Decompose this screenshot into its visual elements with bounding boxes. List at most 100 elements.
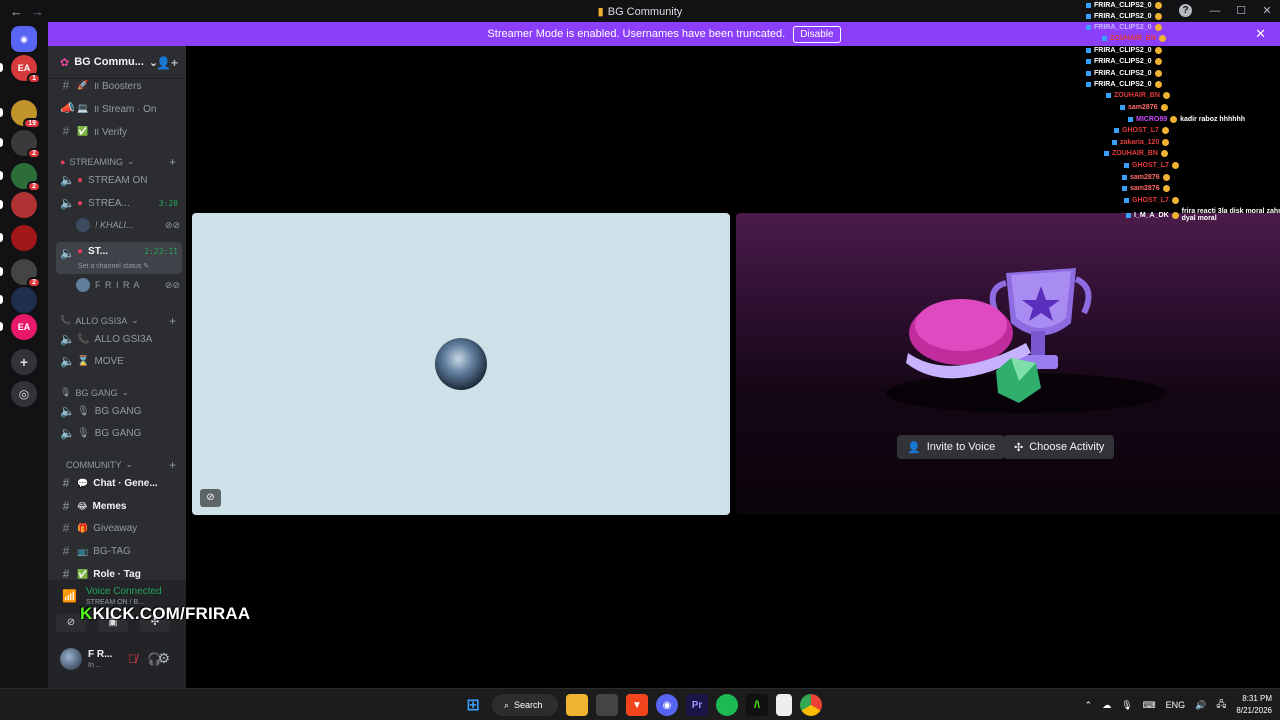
add-channel-icon[interactable]: + (169, 458, 176, 472)
channel-giveaway[interactable]: # 🎁 Giveaway (56, 518, 182, 538)
voice-user[interactable]: F R I R A ⊘⊘ (76, 276, 180, 294)
banner-text: Streamer Mode is enabled. Usernames have… (487, 28, 786, 40)
invite-to-voice-button[interactable]: 👤 Invite to Voice (897, 435, 1006, 459)
channel-stream-on[interactable]: 📣 💻 ॥ Stream · On (56, 98, 182, 118)
category-allo[interactable]: 📞 ALLO GSI3A ⌄ + (60, 314, 182, 328)
voice-channel-move[interactable]: 🔈 ⌛ MOVE (56, 351, 182, 371)
voice-channel-stream-2[interactable]: 🔈 ● STREA... 3:20 (56, 193, 182, 213)
channel-label: Role · Tag (93, 568, 141, 580)
user-status: In ... (88, 662, 102, 669)
document-icon[interactable] (776, 694, 792, 716)
server-icon[interactable]: EA 1 (0, 55, 41, 84)
emote-icon (1154, 58, 1162, 65)
user-panel: F R... In ... 🎙̸ 🎧 ⚙ (48, 634, 186, 688)
category-label: COMMUNITY (66, 459, 122, 470)
clock[interactable]: 8:31 PM 8/21/2026 (1236, 693, 1272, 717)
add-user-icon: 👤 (907, 441, 921, 454)
badge-icon (1114, 128, 1119, 133)
avatar[interactable] (60, 648, 82, 670)
chevron-up-icon[interactable]: ⌃ (1085, 700, 1093, 711)
badge-icon (1086, 82, 1091, 87)
forward-arrow-icon[interactable]: → (31, 4, 44, 19)
volume-icon[interactable]: 🔊 (1195, 700, 1206, 711)
add-server-button[interactable]: + (11, 349, 37, 375)
file-explorer-icon[interactable] (566, 694, 588, 716)
badge-icon (1126, 212, 1131, 218)
unread-pill (0, 138, 3, 147)
premiere-pro-icon[interactable]: Pr (686, 694, 708, 716)
chat-overlay-message: ZOUHAIR_BN (1106, 92, 1170, 99)
chat-overlay-message: sam2876 (1122, 174, 1170, 181)
home-button[interactable]: ◉ (11, 26, 37, 52)
server-icon[interactable] (0, 287, 37, 313)
channel-chat-general[interactable]: # 💬 Chat · Gene... (56, 473, 182, 493)
app-icon[interactable]: /\ (746, 694, 768, 716)
chevron-down-icon: ⌄ (131, 315, 139, 325)
network-icon[interactable]: 🖧 (1216, 697, 1226, 713)
chrome-icon[interactable] (800, 694, 822, 716)
gear-icon[interactable]: ⚙ (157, 650, 170, 667)
emote-icon (1154, 81, 1162, 88)
category-streaming[interactable]: ● STREAMING ⌄ + (60, 155, 182, 169)
server-icon[interactable]: 2 (0, 130, 41, 159)
windows-start-icon[interactable]: ⊞ (462, 694, 484, 716)
channel-verify[interactable]: # ✅ ॥ Verify (56, 121, 182, 141)
chevron-down-icon: ⌄ (126, 156, 135, 166)
category-community[interactable]: COMMUNITY ⌄ + (60, 458, 182, 472)
app-icon[interactable] (596, 694, 618, 716)
avatar (435, 338, 487, 390)
hash-icon: # (62, 124, 70, 138)
voice-channel-bg-gang-2[interactable]: 🔈 🎙 BG GANG (56, 423, 182, 443)
language-indicator[interactable]: ENG (1166, 700, 1186, 710)
video-tile-user[interactable]: ⊘ (192, 213, 730, 515)
choose-activity-button[interactable]: ✣ Choose Activity (1004, 435, 1115, 459)
check-icon: ✅ (77, 568, 89, 579)
badge-icon (1122, 186, 1127, 191)
channel-boosters[interactable]: # 🚀 ॥ Boosters (56, 75, 182, 95)
voice-user[interactable]: ! KHALI... ⊘⊘ (76, 216, 180, 234)
back-arrow-icon[interactable]: ← (10, 4, 23, 19)
server-icon[interactable] (0, 225, 37, 251)
spotify-icon[interactable] (716, 694, 738, 716)
guild-icon: ✿ (60, 56, 70, 69)
add-channel-icon[interactable]: + (169, 314, 176, 328)
chat-overlay-message: GHOST_L7 (1114, 127, 1169, 134)
voice-channel-bg-gang-1[interactable]: 🔈 🎙 BG GANG (56, 401, 182, 421)
disable-streamer-mode-button[interactable]: Disable (793, 25, 841, 43)
activities-icon: ✣ (1014, 441, 1024, 454)
signal-icon[interactable]: 📶 (62, 589, 77, 603)
invite-member-icon[interactable]: 👤+ (156, 56, 178, 70)
brave-browser-icon[interactable]: ▼ (626, 694, 648, 716)
server-icon[interactable]: 2 (0, 259, 41, 288)
avatar (76, 218, 90, 232)
voice-user-name: ! KHALI... (95, 220, 134, 230)
hash-icon: # (62, 78, 70, 92)
channel-bg-tag[interactable]: # 📺 BG-TAG (56, 541, 182, 561)
tray-icon[interactable]: ☁ (1102, 700, 1111, 711)
channel-label: ST... (88, 246, 109, 257)
server-icon[interactable]: EA (0, 314, 37, 340)
emote-icon (1160, 150, 1168, 157)
discord-icon[interactable]: ◉ (656, 694, 678, 716)
server-icon[interactable]: 19 (0, 100, 41, 129)
mic-muted-icon[interactable]: 🎙̸ (128, 652, 137, 666)
red-dot-icon: ● (77, 197, 84, 209)
chat-username: zakaria_120 (1120, 139, 1160, 146)
chat-username: GHOST_L7 (1132, 197, 1169, 204)
server-icon[interactable] (0, 192, 37, 218)
badge-icon (1124, 163, 1129, 168)
taskbar-search[interactable]: ⌕ Search (492, 694, 558, 716)
channel-status-prompt[interactable]: Set a channel status ✎ (78, 262, 149, 270)
voice-channel-allo[interactable]: 🔈 📞 ALLO GSI3A (56, 329, 182, 349)
explore-servers-button[interactable]: ◎ (11, 381, 37, 407)
emote-icon (1171, 197, 1179, 204)
server-icon[interactable]: 2 (0, 163, 41, 192)
channel-memes[interactable]: # 😂 Memes (56, 496, 182, 516)
category-bg-gang[interactable]: 🎙 BG GANG ⌄ (60, 387, 182, 398)
add-channel-icon[interactable]: + (169, 155, 176, 169)
voice-channel-stream-on[interactable]: 🔈 ● STREAM ON (56, 170, 182, 190)
microphone-icon[interactable]: 🎙 (1121, 700, 1132, 711)
channel-label: ॥ Boosters (93, 81, 142, 92)
chat-username: FRIRA_CLIPS2_0 (1094, 58, 1152, 65)
keyboard-icon[interactable]: ⌨ (1143, 700, 1156, 711)
